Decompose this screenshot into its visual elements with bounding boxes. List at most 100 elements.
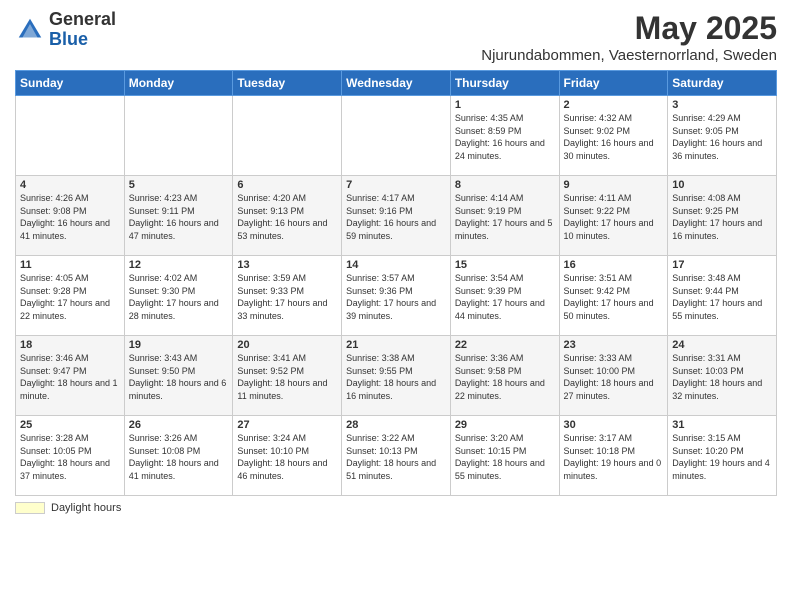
day-cell-27: 27Sunrise: 3:24 AM Sunset: 10:10 PM Dayl… (233, 416, 342, 496)
day-info: Sunrise: 4:35 AM Sunset: 8:59 PM Dayligh… (455, 112, 555, 162)
day-number: 28 (346, 419, 446, 431)
day-number: 24 (672, 339, 772, 351)
day-cell-13: 13Sunrise: 3:59 AM Sunset: 9:33 PM Dayli… (233, 256, 342, 336)
day-info: Sunrise: 3:54 AM Sunset: 9:39 PM Dayligh… (455, 272, 555, 322)
weekday-header-thursday: Thursday (450, 71, 559, 96)
day-info: Sunrise: 3:59 AM Sunset: 9:33 PM Dayligh… (237, 272, 337, 322)
weekday-header-saturday: Saturday (668, 71, 777, 96)
day-cell-31: 31Sunrise: 3:15 AM Sunset: 10:20 PM Dayl… (668, 416, 777, 496)
day-number: 2 (564, 99, 664, 111)
day-number: 26 (129, 419, 229, 431)
day-info: Sunrise: 4:32 AM Sunset: 9:02 PM Dayligh… (564, 112, 664, 162)
day-info: Sunrise: 4:14 AM Sunset: 9:19 PM Dayligh… (455, 192, 555, 242)
day-info: Sunrise: 4:20 AM Sunset: 9:13 PM Dayligh… (237, 192, 337, 242)
week-row-4: 18Sunrise: 3:46 AM Sunset: 9:47 PM Dayli… (16, 336, 777, 416)
day-info: Sunrise: 4:29 AM Sunset: 9:05 PM Dayligh… (672, 112, 772, 162)
day-info: Sunrise: 3:17 AM Sunset: 10:18 PM Daylig… (564, 432, 664, 482)
day-number: 15 (455, 259, 555, 271)
day-info: Sunrise: 3:41 AM Sunset: 9:52 PM Dayligh… (237, 352, 337, 402)
day-number: 27 (237, 419, 337, 431)
day-info: Sunrise: 4:17 AM Sunset: 9:16 PM Dayligh… (346, 192, 446, 242)
day-cell-26: 26Sunrise: 3:26 AM Sunset: 10:08 PM Dayl… (124, 416, 233, 496)
day-cell-14: 14Sunrise: 3:57 AM Sunset: 9:36 PM Dayli… (342, 256, 451, 336)
day-info: Sunrise: 3:28 AM Sunset: 10:05 PM Daylig… (20, 432, 120, 482)
day-cell-19: 19Sunrise: 3:43 AM Sunset: 9:50 PM Dayli… (124, 336, 233, 416)
day-number: 16 (564, 259, 664, 271)
day-cell-30: 30Sunrise: 3:17 AM Sunset: 10:18 PM Dayl… (559, 416, 668, 496)
day-cell-empty (16, 96, 125, 176)
day-cell-empty (233, 96, 342, 176)
day-cell-empty (124, 96, 233, 176)
title-block: May 2025 Njurundabommen, Vaesternorrland… (481, 10, 777, 64)
calendar-table: SundayMondayTuesdayWednesdayThursdayFrid… (15, 70, 777, 496)
weekday-header-sunday: Sunday (16, 71, 125, 96)
day-number: 25 (20, 419, 120, 431)
weekday-header-tuesday: Tuesday (233, 71, 342, 96)
day-number: 5 (129, 179, 229, 191)
day-number: 20 (237, 339, 337, 351)
day-number: 1 (455, 99, 555, 111)
day-info: Sunrise: 3:43 AM Sunset: 9:50 PM Dayligh… (129, 352, 229, 402)
logo-icon (15, 15, 45, 45)
day-number: 29 (455, 419, 555, 431)
day-number: 8 (455, 179, 555, 191)
day-cell-25: 25Sunrise: 3:28 AM Sunset: 10:05 PM Dayl… (16, 416, 125, 496)
day-cell-1: 1Sunrise: 4:35 AM Sunset: 8:59 PM Daylig… (450, 96, 559, 176)
day-cell-6: 6Sunrise: 4:20 AM Sunset: 9:13 PM Daylig… (233, 176, 342, 256)
day-number: 17 (672, 259, 772, 271)
day-cell-21: 21Sunrise: 3:38 AM Sunset: 9:55 PM Dayli… (342, 336, 451, 416)
legend: Daylight hours (15, 502, 777, 514)
day-cell-16: 16Sunrise: 3:51 AM Sunset: 9:42 PM Dayli… (559, 256, 668, 336)
day-info: Sunrise: 3:24 AM Sunset: 10:10 PM Daylig… (237, 432, 337, 482)
day-info: Sunrise: 4:11 AM Sunset: 9:22 PM Dayligh… (564, 192, 664, 242)
day-number: 10 (672, 179, 772, 191)
day-cell-9: 9Sunrise: 4:11 AM Sunset: 9:22 PM Daylig… (559, 176, 668, 256)
day-info: Sunrise: 3:46 AM Sunset: 9:47 PM Dayligh… (20, 352, 120, 402)
day-cell-empty (342, 96, 451, 176)
day-info: Sunrise: 3:15 AM Sunset: 10:20 PM Daylig… (672, 432, 772, 482)
day-cell-4: 4Sunrise: 4:26 AM Sunset: 9:08 PM Daylig… (16, 176, 125, 256)
logo-general-text: General (49, 10, 116, 30)
weekday-header-monday: Monday (124, 71, 233, 96)
day-number: 22 (455, 339, 555, 351)
day-number: 14 (346, 259, 446, 271)
week-row-1: 1Sunrise: 4:35 AM Sunset: 8:59 PM Daylig… (16, 96, 777, 176)
day-cell-29: 29Sunrise: 3:20 AM Sunset: 10:15 PM Dayl… (450, 416, 559, 496)
logo-blue-text: Blue (49, 30, 116, 50)
day-info: Sunrise: 4:02 AM Sunset: 9:30 PM Dayligh… (129, 272, 229, 322)
day-cell-15: 15Sunrise: 3:54 AM Sunset: 9:39 PM Dayli… (450, 256, 559, 336)
day-number: 4 (20, 179, 120, 191)
legend-label: Daylight hours (51, 502, 121, 514)
day-number: 7 (346, 179, 446, 191)
day-cell-28: 28Sunrise: 3:22 AM Sunset: 10:13 PM Dayl… (342, 416, 451, 496)
day-number: 11 (20, 259, 120, 271)
logo: General Blue (15, 10, 116, 50)
day-number: 3 (672, 99, 772, 111)
day-cell-10: 10Sunrise: 4:08 AM Sunset: 9:25 PM Dayli… (668, 176, 777, 256)
day-cell-7: 7Sunrise: 4:17 AM Sunset: 9:16 PM Daylig… (342, 176, 451, 256)
weekday-header-row: SundayMondayTuesdayWednesdayThursdayFrid… (16, 71, 777, 96)
day-info: Sunrise: 4:23 AM Sunset: 9:11 PM Dayligh… (129, 192, 229, 242)
calendar-subtitle: Njurundabommen, Vaesternorrland, Sweden (481, 47, 777, 64)
day-number: 9 (564, 179, 664, 191)
day-info: Sunrise: 4:05 AM Sunset: 9:28 PM Dayligh… (20, 272, 120, 322)
day-info: Sunrise: 4:08 AM Sunset: 9:25 PM Dayligh… (672, 192, 772, 242)
day-cell-11: 11Sunrise: 4:05 AM Sunset: 9:28 PM Dayli… (16, 256, 125, 336)
day-info: Sunrise: 3:33 AM Sunset: 10:00 PM Daylig… (564, 352, 664, 402)
day-number: 13 (237, 259, 337, 271)
week-row-5: 25Sunrise: 3:28 AM Sunset: 10:05 PM Dayl… (16, 416, 777, 496)
day-number: 23 (564, 339, 664, 351)
day-cell-12: 12Sunrise: 4:02 AM Sunset: 9:30 PM Dayli… (124, 256, 233, 336)
day-info: Sunrise: 3:51 AM Sunset: 9:42 PM Dayligh… (564, 272, 664, 322)
logo-text: General Blue (49, 10, 116, 50)
day-cell-23: 23Sunrise: 3:33 AM Sunset: 10:00 PM Dayl… (559, 336, 668, 416)
page: General Blue May 2025 Njurundabommen, Va… (0, 0, 792, 612)
day-info: Sunrise: 3:22 AM Sunset: 10:13 PM Daylig… (346, 432, 446, 482)
day-info: Sunrise: 3:31 AM Sunset: 10:03 PM Daylig… (672, 352, 772, 402)
calendar-title: May 2025 (481, 10, 777, 47)
day-cell-18: 18Sunrise: 3:46 AM Sunset: 9:47 PM Dayli… (16, 336, 125, 416)
day-number: 21 (346, 339, 446, 351)
weekday-header-friday: Friday (559, 71, 668, 96)
day-number: 6 (237, 179, 337, 191)
day-cell-22: 22Sunrise: 3:36 AM Sunset: 9:58 PM Dayli… (450, 336, 559, 416)
